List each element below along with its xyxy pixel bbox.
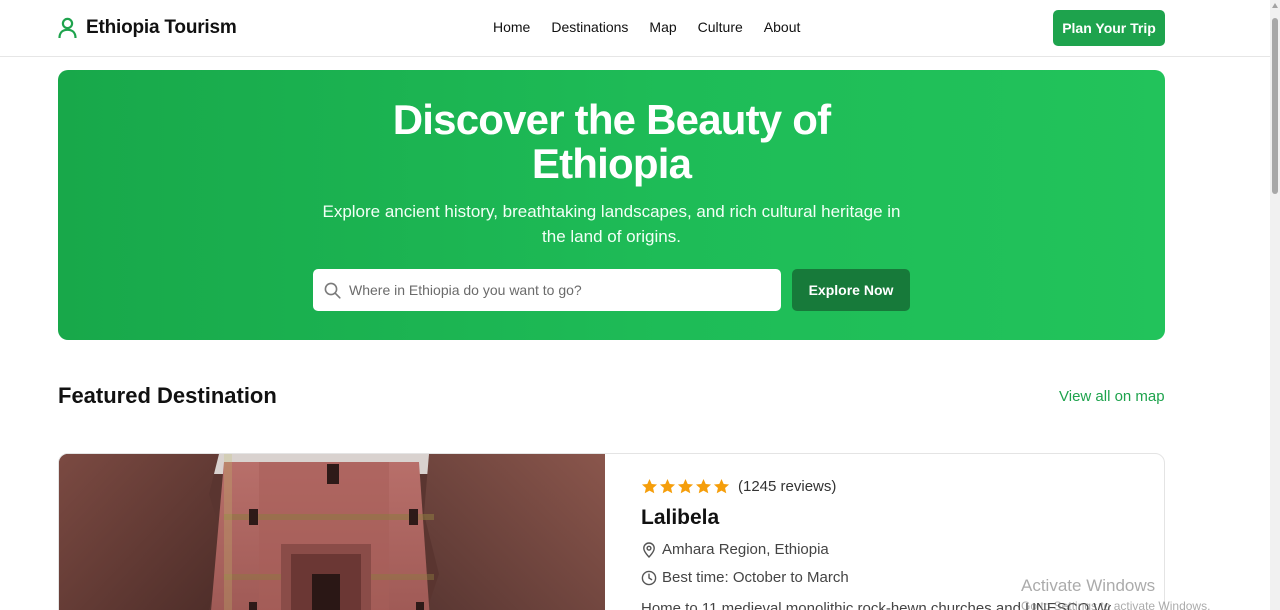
featured-destination-card[interactable]: (1245 reviews) Lalibela Amhara Region, E… — [58, 453, 1165, 610]
destination-location: Amhara Region, Ethiopia — [641, 541, 829, 558]
view-all-on-map-link[interactable]: View all on map — [1059, 388, 1165, 405]
activate-windows-subtitle: Go to Settings to activate Windows. — [1021, 599, 1211, 610]
activate-windows-watermark: Activate Windows Go to Settings to activ… — [1021, 576, 1270, 610]
plan-trip-button[interactable]: Plan Your Trip — [1053, 10, 1165, 46]
destination-best-time: Best time: October to March — [641, 569, 849, 586]
search-box — [313, 269, 781, 311]
nav-about[interactable]: About — [764, 19, 801, 35]
star-icon — [641, 479, 658, 494]
explore-now-button[interactable]: Explore Now — [792, 269, 910, 311]
star-icon — [659, 479, 676, 494]
hero-title: Discover the Beauty of Ethiopia — [58, 98, 1165, 186]
scroll-up-arrow-icon[interactable] — [1272, 3, 1278, 8]
scroll-thumb[interactable] — [1272, 18, 1278, 194]
nav-home[interactable]: Home — [493, 19, 530, 35]
rating-row: (1245 reviews) — [641, 478, 836, 495]
main-nav: Home Destinations Map Culture About — [493, 19, 800, 35]
nav-map[interactable]: Map — [649, 19, 676, 35]
search-input[interactable] — [349, 269, 769, 311]
hero-subtitle-line-2: the land of origins. — [542, 227, 681, 246]
review-count: (1245 reviews) — [738, 478, 837, 495]
hero-subtitle-line-1: Explore ancient history, breathtaking la… — [322, 202, 901, 221]
nav-culture[interactable]: Culture — [698, 19, 743, 35]
map-pin-icon — [643, 541, 655, 558]
hero-subtitle: Explore ancient history, breathtaking la… — [58, 199, 1165, 249]
location-text: Amhara Region, Ethiopia — [662, 541, 829, 558]
star-icon — [695, 479, 712, 494]
user-icon — [58, 17, 77, 39]
lalibela-church-image — [59, 454, 605, 610]
brand-name: Ethiopia Tourism — [86, 17, 237, 38]
activate-windows-title: Activate Windows — [1021, 576, 1156, 595]
search-icon — [324, 282, 341, 299]
page-scrollbar[interactable] — [1270, 0, 1280, 610]
hero-title-line-1: Discover the Beauty of — [392, 96, 831, 143]
destination-name: Lalibela — [641, 506, 720, 529]
brand[interactable]: Ethiopia Tourism — [58, 15, 237, 41]
nav-destinations[interactable]: Destinations — [551, 19, 628, 35]
star-icon — [677, 479, 694, 494]
site-header: Ethiopia Tourism Home Destinations Map C… — [0, 0, 1270, 57]
clock-icon — [641, 570, 657, 585]
featured-heading: Featured Destination — [58, 383, 277, 408]
hero-title-line-2: Ethiopia — [531, 140, 692, 187]
best-time-text: Best time: October to March — [662, 569, 849, 586]
star-icon — [713, 479, 730, 494]
hero-banner: Discover the Beauty of Ethiopia Explore … — [58, 70, 1165, 340]
star-rating — [641, 478, 730, 495]
